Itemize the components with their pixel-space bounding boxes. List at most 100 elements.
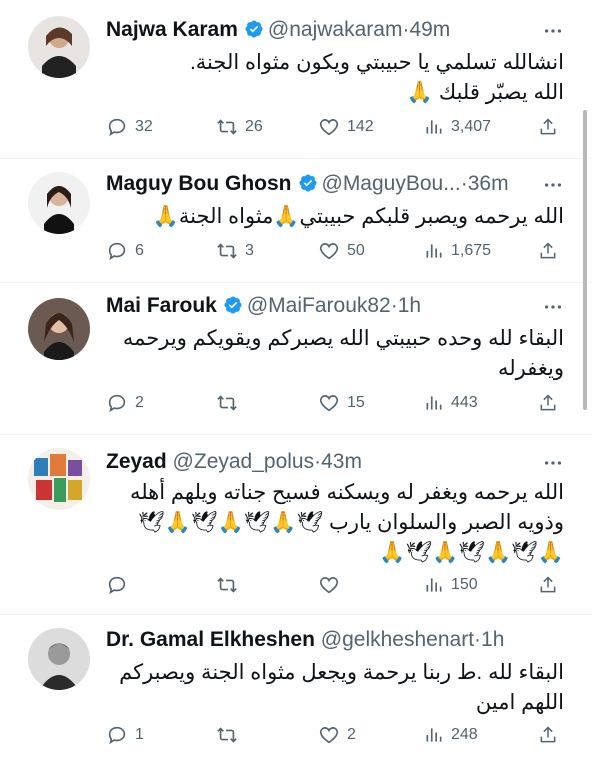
reply-button[interactable]: 6	[106, 238, 144, 264]
reply-button[interactable]: 1	[106, 722, 144, 748]
reply-icon	[108, 394, 126, 413]
reply-button[interactable]: 32	[106, 114, 153, 140]
retweet-button[interactable]	[216, 722, 245, 748]
tweet[interactable]: Dr. Gamal Elkheshen @gelkheshenart·1h ال…	[0, 614, 592, 777]
views-button[interactable]: 443	[424, 390, 478, 416]
share-icon	[540, 726, 556, 743]
retweet-button[interactable]	[216, 572, 245, 598]
verified-badge-icon	[298, 173, 318, 201]
reply-icon	[108, 242, 126, 261]
like-button[interactable]: 15	[318, 390, 365, 416]
retweet-button[interactable]	[216, 390, 245, 416]
share-icon	[540, 576, 556, 593]
tweet-text-line: اللهم امين	[475, 691, 564, 714]
handle[interactable]: @najwakaram	[268, 18, 403, 41]
handle[interactable]: @MaiFarouk82	[247, 294, 391, 317]
tweet-header: Dr. Gamal Elkheshen @gelkheshenart·1h	[106, 626, 564, 654]
separator-dot: ·	[474, 628, 482, 651]
like-count: 50	[347, 242, 365, 259]
heart-icon	[319, 577, 339, 594]
retweet-icon	[217, 395, 237, 411]
display-name[interactable]: Najwa Karam	[106, 18, 238, 41]
tweet-header: Mai Farouk @MaiFarouk82·1h	[106, 292, 564, 320]
reply-button[interactable]: 2	[106, 390, 144, 416]
more-options-icon[interactable]	[542, 20, 564, 50]
views-count: 150	[451, 576, 478, 593]
tweet-text: الله يرحمه ويصبر قلبكم حبيبتي🙏مثواه الجن…	[106, 202, 564, 232]
avatar[interactable]	[28, 448, 90, 510]
share-button[interactable]	[538, 390, 558, 416]
timestamp[interactable]: 1h	[481, 628, 504, 651]
views-icon	[426, 244, 442, 258]
display-name[interactable]: Mai Farouk	[106, 294, 217, 317]
handle[interactable]: @gelkheshenart	[321, 628, 474, 651]
retweet-count: 3	[245, 242, 254, 259]
display-name[interactable]: Zeyad	[106, 450, 167, 473]
tweet-text-line: الله يصبّر قلبك 🙏	[406, 81, 564, 104]
views-button[interactable]: 3,407	[424, 114, 491, 140]
more-options-icon[interactable]	[542, 296, 564, 326]
avatar[interactable]	[28, 298, 90, 360]
reply-button[interactable]	[106, 572, 135, 598]
timestamp[interactable]: 43m	[321, 450, 362, 473]
retweet-button[interactable]: 3	[216, 238, 254, 264]
tweet[interactable]: Maguy Bou Ghosn @MaguyBou...·36m الله يرح…	[0, 158, 592, 283]
tweet-text-line: البقاء لله .ط ربنا يرحمة ويجعل مثواه الج…	[119, 661, 564, 684]
views-button[interactable]: 150	[424, 572, 478, 598]
avatar[interactable]	[28, 16, 90, 78]
timestamp[interactable]: 36m	[468, 172, 509, 195]
heart-icon	[319, 727, 339, 744]
tweet-text-line: الله يرحمه ويغفر له ويسكنه فسيح جناته وي…	[129, 481, 564, 504]
retweet-count: 26	[245, 118, 263, 135]
tweet-text-line: وذويه الصبر والسلوان يارب 🕊🙏🕊🙏🕊🙏🕊	[138, 511, 564, 534]
avatar[interactable]	[28, 628, 90, 690]
views-icon	[426, 728, 442, 742]
tweet[interactable]: Najwa Karam @najwakaram·49m انشالله تسلمي…	[0, 0, 592, 159]
heart-icon	[319, 243, 339, 260]
views-icon	[426, 396, 442, 410]
timestamp[interactable]: 49m	[409, 18, 450, 41]
share-button[interactable]	[538, 238, 558, 264]
views-count: 1,675	[451, 242, 492, 259]
verified-badge-icon	[244, 19, 264, 47]
display-name[interactable]: Maguy Bou Ghosn	[106, 172, 292, 195]
like-count: 142	[347, 118, 374, 135]
tweet-header: Najwa Karam @najwakaram·49m	[106, 16, 564, 44]
tweet-text: البقاء لله وحده حبيبتي الله يصبركم ويقوي…	[106, 324, 564, 384]
heart-icon	[319, 395, 339, 412]
tweet[interactable]: Zeyad @Zeyad_polus·43m الله يرحمه ويغفر …	[0, 434, 592, 615]
share-button[interactable]	[538, 572, 558, 598]
display-name[interactable]: Dr. Gamal Elkheshen	[106, 628, 315, 651]
like-button[interactable]	[318, 572, 347, 598]
scrollbar[interactable]	[583, 110, 587, 410]
timestamp[interactable]: 1h	[398, 294, 421, 317]
tweet-text-line: 🙏🕊🙏🕊🙏🕊🙏	[379, 541, 564, 564]
like-button[interactable]: 2	[318, 722, 356, 748]
share-icon	[540, 394, 556, 411]
more-options-icon[interactable]	[542, 174, 564, 204]
retweet-icon	[217, 243, 237, 259]
views-button[interactable]: 248	[424, 722, 478, 748]
like-button[interactable]: 142	[318, 114, 374, 140]
share-button[interactable]	[538, 114, 558, 140]
share-icon	[540, 118, 556, 135]
reply-count: 1	[135, 726, 144, 743]
tweet-text: الله يرحمه ويغفر له ويسكنه فسيح جناته وي…	[106, 478, 564, 568]
retweet-button[interactable]: 26	[216, 114, 263, 140]
separator-dot: ·	[390, 294, 398, 317]
retweet-icon	[217, 577, 237, 593]
views-button[interactable]: 1,675	[424, 238, 491, 264]
share-button[interactable]	[538, 722, 558, 748]
like-button[interactable]: 50	[318, 238, 365, 264]
tweet-text-line: الله يرحمه ويصبر قلبكم حبيبتي🙏مثواه الجن…	[152, 205, 564, 228]
handle[interactable]: @MaguyBou...	[322, 172, 461, 195]
tweet-text-line: ويغفرله	[498, 357, 564, 380]
views-count: 248	[451, 726, 478, 743]
handle[interactable]: @Zeyad_polus	[173, 450, 315, 473]
avatar[interactable]	[28, 172, 90, 234]
reply-count: 2	[135, 394, 144, 411]
share-icon	[540, 242, 556, 259]
tweet[interactable]: Mai Farouk @MaiFarouk82·1h البقاء لله وحد…	[0, 282, 592, 435]
views-count: 3,407	[451, 118, 492, 135]
action-bar: 2 15 443	[106, 390, 564, 416]
